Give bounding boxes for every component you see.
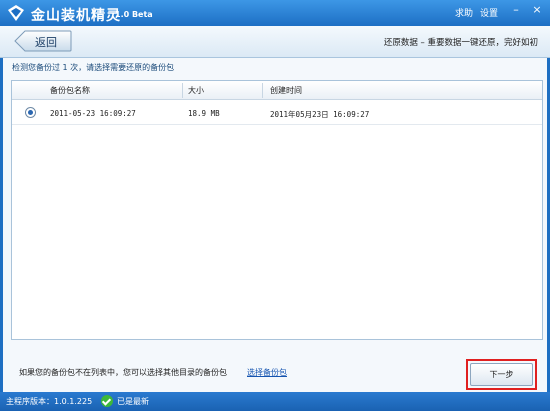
help-link[interactable]: 求助: [455, 6, 473, 19]
column-divider: [182, 83, 183, 98]
column-header-name: 备份包名称: [50, 86, 90, 95]
column-divider: [262, 83, 263, 98]
next-button[interactable]: 下一步: [470, 363, 533, 386]
backup-size-cell: 18.9 MB: [188, 109, 220, 118]
choose-backup-link[interactable]: 选择备份包: [247, 367, 287, 378]
app-version: 1.0 Beta: [115, 10, 153, 19]
update-status: 已是最新: [117, 397, 149, 406]
app-logo-icon: [8, 5, 24, 21]
settings-link[interactable]: 设置: [480, 6, 498, 19]
main-content: 检测您备份过 1 次，请选择需要还原的备份包 备份包名称 大小 创建时间 201…: [3, 58, 547, 392]
column-header-created: 创建时间: [270, 86, 302, 95]
nav-bar: 返回 还原数据 – 重要数据一键还原，完好如初: [0, 26, 550, 58]
title-bar: 金山装机精灵 1.0 Beta 求助 设置 – ×: [0, 0, 550, 26]
backup-count-hint: 检测您备份过 1 次，请选择需要还原的备份包: [12, 63, 175, 72]
program-version: 主程序版本：1.0.1.225: [6, 397, 93, 406]
table-row[interactable]: 2011-05-23 16:09:27 18.9 MB 2011年05月23日 …: [12, 101, 542, 125]
status-bar: 主程序版本：1.0.1.225 已是最新: [0, 392, 550, 411]
table-header: 备份包名称 大小 创建时间: [12, 81, 542, 100]
back-label: 返回: [35, 36, 57, 49]
page-description: 还原数据 – 重要数据一键还原，完好如初: [383, 38, 538, 48]
app-title: 金山装机精灵: [31, 8, 121, 24]
minimize-button[interactable]: –: [508, 3, 524, 17]
row-radio-button[interactable]: [25, 107, 36, 118]
close-button[interactable]: ×: [529, 3, 545, 17]
not-in-list-text: 如果您的备份包不在列表中，您可以选择其他目录的备份包: [19, 368, 227, 377]
backup-table: 备份包名称 大小 创建时间 2011-05-23 16:09:27 18.9 M…: [11, 80, 543, 340]
backup-name-cell: 2011-05-23 16:09:27: [50, 109, 136, 118]
column-header-size: 大小: [188, 86, 204, 95]
backup-created-cell: 2011年05月23日 16:09:27: [270, 110, 370, 119]
back-button[interactable]: 返回: [14, 30, 72, 52]
check-circle-icon: [101, 395, 113, 407]
